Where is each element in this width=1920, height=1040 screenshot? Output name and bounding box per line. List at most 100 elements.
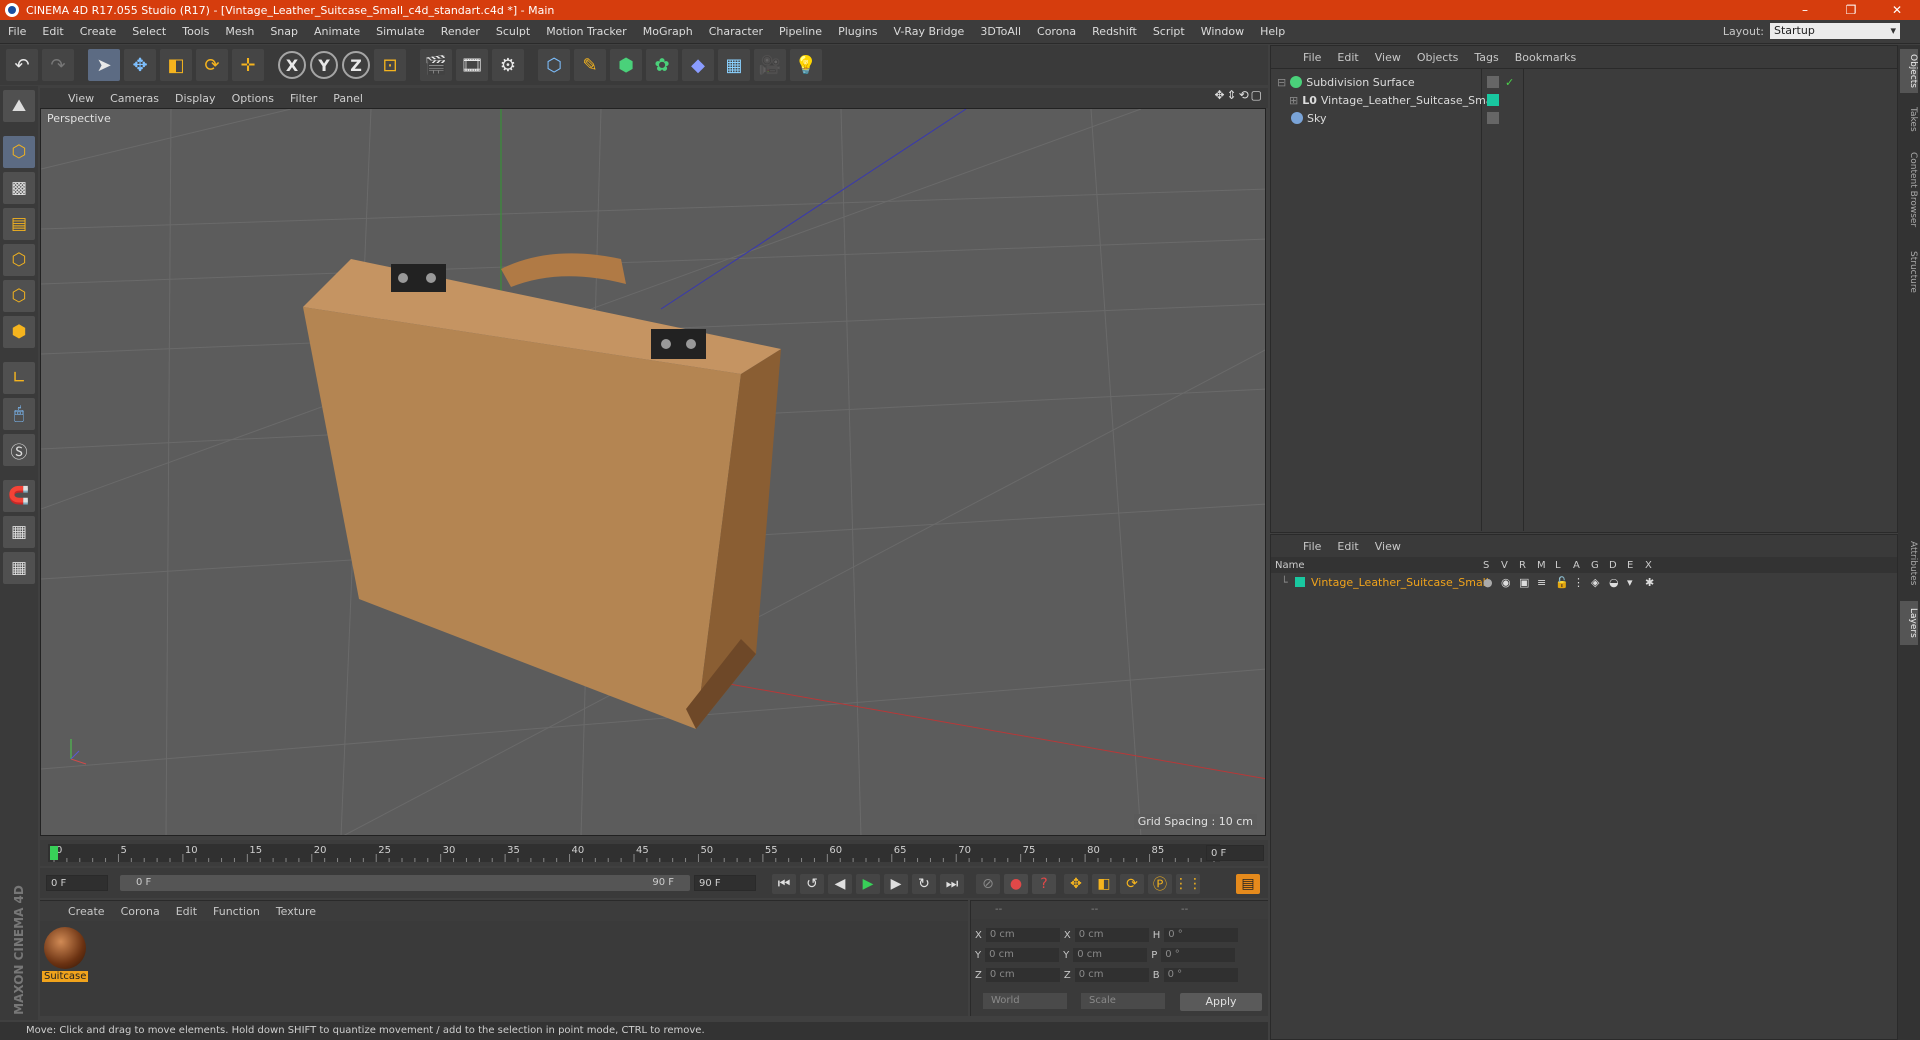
layer-menu-edit[interactable]: Edit xyxy=(1329,540,1366,553)
lock-toggle-icon[interactable]: 🔓 xyxy=(1555,576,1573,589)
menu-pipeline[interactable]: Pipeline xyxy=(771,25,830,38)
magnet-icon[interactable]: 🧲 xyxy=(3,480,35,512)
key-pla-icon[interactable]: ⋮⋮ xyxy=(1174,874,1202,894)
layer-menu-view[interactable]: View xyxy=(1367,540,1409,553)
play-icon[interactable]: ▶ xyxy=(856,874,880,894)
menu-mesh[interactable]: Mesh xyxy=(217,25,262,38)
object-row-suitcase[interactable]: ⊞ L0 Vintage_Leather_Suitcase_Small xyxy=(1289,91,1499,109)
recent-tool-icon[interactable]: ✛ xyxy=(232,49,264,81)
layer-color-swatch[interactable] xyxy=(1295,577,1305,587)
tab-structure[interactable]: Structure xyxy=(1900,245,1918,299)
maximize-view-icon[interactable]: ▢ xyxy=(1251,88,1262,102)
rotate-view-icon[interactable]: ⟲ xyxy=(1239,88,1249,102)
polygons-mode-icon[interactable]: ⬢ xyxy=(3,316,35,348)
go-to-start-icon[interactable]: ⏮ xyxy=(772,874,796,894)
menu-file[interactable]: File xyxy=(0,25,34,38)
render-toggle-icon[interactable]: ▣ xyxy=(1519,576,1537,589)
layer-tag-icon[interactable] xyxy=(1487,76,1499,88)
planar-workplane-icon[interactable]: ▦ xyxy=(3,552,35,584)
object-menu-view[interactable]: View xyxy=(1367,51,1409,64)
enabled-check-icon[interactable]: ✓ xyxy=(1505,76,1517,89)
points-mode-icon[interactable]: ⬡ xyxy=(3,244,35,276)
menu-plugins[interactable]: Plugins xyxy=(830,25,885,38)
key-rotation-icon[interactable]: ⟳ xyxy=(1120,874,1144,894)
subdivision-surface-icon[interactable]: ⬢ xyxy=(610,49,642,81)
object-row-subdivision-surface[interactable]: ⊟ Subdivision Surface xyxy=(1277,73,1415,91)
object-menu-file[interactable]: File xyxy=(1295,51,1329,64)
deformer-icon[interactable]: ◆ xyxy=(682,49,714,81)
menu-create[interactable]: Create xyxy=(72,25,125,38)
locked-workplane-icon[interactable]: ▦ xyxy=(3,516,35,548)
key-position-icon[interactable]: ✥ xyxy=(1064,874,1088,894)
tab-takes[interactable]: Takes xyxy=(1900,103,1918,135)
record-keys-icon[interactable]: ⊘ xyxy=(976,874,1000,894)
coord-size-z-field[interactable]: 0 cm xyxy=(1074,968,1149,982)
coord-rot-p-field[interactable]: 0 ° xyxy=(1161,948,1236,962)
pen-spline-icon[interactable]: ✎ xyxy=(574,49,606,81)
cube-object-icon[interactable]: ⬡ xyxy=(538,49,570,81)
coord-pos-z-field[interactable]: 0 cm xyxy=(985,968,1060,982)
floor-icon[interactable]: ▦ xyxy=(718,49,750,81)
object-row-sky[interactable]: Sky xyxy=(1291,109,1326,127)
layer-row[interactable]: └ Vintage_Leather_Suitcase_Small ● ◉ ▣ ≡… xyxy=(1271,574,1897,590)
menu-tools[interactable]: Tools xyxy=(174,25,217,38)
material-menu-texture[interactable]: Texture xyxy=(268,905,324,918)
tab-attributes[interactable]: Attributes xyxy=(1900,533,1918,593)
snap-icon[interactable]: Ⓢ xyxy=(3,434,35,466)
coord-rot-b-field[interactable]: 0 ° xyxy=(1163,968,1238,982)
coord-size-y-field[interactable]: 0 cm xyxy=(1073,948,1148,962)
layer-tag-icon[interactable] xyxy=(1487,112,1499,124)
move-icon[interactable]: ✥ xyxy=(124,49,156,81)
timeline-window-icon[interactable]: ▤ xyxy=(1236,874,1260,894)
material-preview-suitcase[interactable] xyxy=(44,927,86,969)
suitcase-model[interactable] xyxy=(303,253,781,729)
menu-help[interactable]: Help xyxy=(1252,25,1293,38)
texture-mode-icon[interactable]: ▩ xyxy=(3,172,35,204)
menu-simulate[interactable]: Simulate xyxy=(368,25,433,38)
camera-icon[interactable]: 🎥 xyxy=(754,49,786,81)
menu-script[interactable]: Script xyxy=(1145,25,1193,38)
scale-icon[interactable]: ◧ xyxy=(160,49,192,81)
z-axis-icon[interactable]: Z xyxy=(342,51,370,79)
object-menu-tags[interactable]: Tags xyxy=(1466,51,1506,64)
coord-rot-h-field[interactable]: 0 ° xyxy=(1164,928,1239,942)
coord-pos-y-field[interactable]: 0 cm xyxy=(985,948,1060,962)
redo-icon[interactable]: ↷ xyxy=(42,49,74,81)
menu-render[interactable]: Render xyxy=(433,25,488,38)
coord-size-x-field[interactable]: 0 cm xyxy=(1074,928,1149,942)
viewport-menu-filter[interactable]: Filter xyxy=(282,92,325,105)
viewport-menu-options[interactable]: Options xyxy=(224,92,282,105)
layout-dropdown[interactable]: Startup xyxy=(1770,23,1900,39)
object-menu-objects[interactable]: Objects xyxy=(1409,51,1467,64)
keyframe-selection-icon[interactable]: ? xyxy=(1032,874,1056,894)
menu-sculpt[interactable]: Sculpt xyxy=(488,25,538,38)
render-picture-viewer-icon[interactable]: 🎞 xyxy=(456,49,488,81)
viewport-menu-view[interactable]: View xyxy=(60,92,102,105)
key-scale-icon[interactable]: ◧ xyxy=(1092,874,1116,894)
workplane-mode-icon[interactable]: ▤ xyxy=(3,208,35,240)
coord-space-dropdown[interactable]: World xyxy=(983,993,1067,1009)
material-menu-edit[interactable]: Edit xyxy=(168,905,205,918)
end-frame-field[interactable]: 90 F xyxy=(694,875,756,891)
material-menu-function[interactable]: Function xyxy=(205,905,268,918)
frame-range-slider[interactable]: 0 F 90 F xyxy=(120,875,690,891)
viewport-menu-display[interactable]: Display xyxy=(167,92,224,105)
menu-character[interactable]: Character xyxy=(701,25,771,38)
close-button[interactable]: ✕ xyxy=(1874,0,1920,20)
material-menu-create[interactable]: Create xyxy=(60,905,113,918)
viewport-menu-panel[interactable]: Panel xyxy=(325,92,371,105)
edges-mode-icon[interactable]: ⬡ xyxy=(3,280,35,312)
playhead[interactable] xyxy=(50,846,58,860)
start-frame-field[interactable]: 0 F xyxy=(46,875,108,891)
deformer-toggle-icon[interactable]: ◒ xyxy=(1609,576,1627,589)
perspective-viewport[interactable]: Perspective Grid Spacing : 10 cm xyxy=(40,108,1266,836)
coordinate-system-icon[interactable]: ⊡ xyxy=(374,49,406,81)
live-selection-icon[interactable]: ➤ xyxy=(88,49,120,81)
prev-frame-icon[interactable]: ◀ xyxy=(828,874,852,894)
material-label[interactable]: Suitcase xyxy=(42,971,89,982)
undo-icon[interactable]: ↶ xyxy=(6,49,38,81)
object-menu-edit[interactable]: Edit xyxy=(1329,51,1366,64)
object-menu-bookmarks[interactable]: Bookmarks xyxy=(1507,51,1584,64)
go-to-end-icon[interactable]: ⏭ xyxy=(940,874,964,894)
layer-color-icon[interactable] xyxy=(1487,94,1499,106)
